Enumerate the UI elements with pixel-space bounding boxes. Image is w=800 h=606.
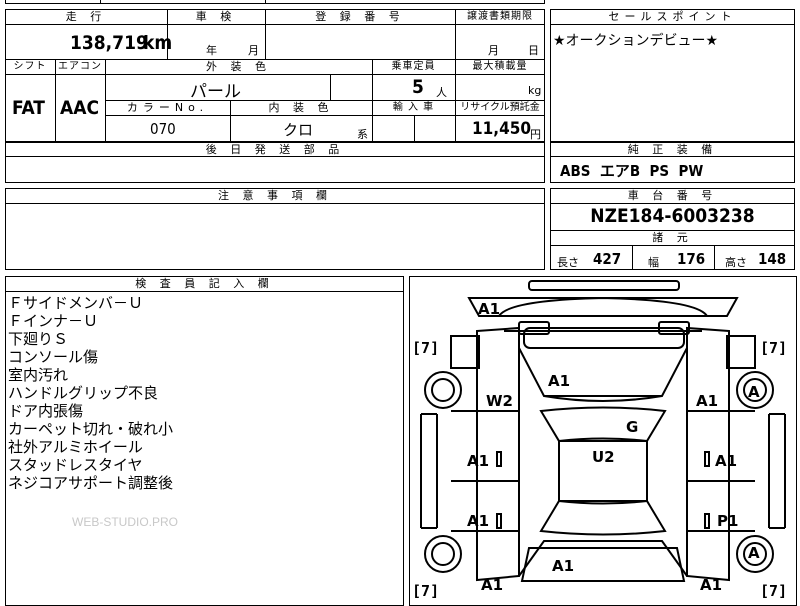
grade-trunk: A1 [552, 557, 575, 575]
interior-color-suffix: 系 [357, 128, 368, 141]
top-stub-strip [5, 0, 545, 4]
genuine-equipment-header: 純 正 装 備 [627, 143, 718, 156]
specs-header: 諸 元 [652, 231, 693, 244]
vehicle-info-grid [5, 9, 545, 142]
capacity-header: 乗車定員 [391, 61, 436, 72]
genuine-equipment-value: ABS エアB PS PW [560, 162, 704, 180]
mileage-header: 走 行 [65, 10, 107, 23]
grade-left-front-door: A1 [467, 452, 490, 470]
inspector-note: 下廻りＳ [8, 330, 69, 348]
length-label: 長さ [557, 256, 579, 269]
aircon-header: エアコン [58, 61, 102, 72]
inspection-month-label: 月 [248, 44, 259, 57]
height-label: 高さ [725, 256, 747, 269]
grade-right-rear-tire: A [748, 544, 760, 562]
recycle-value: 11,450 [472, 119, 532, 139]
inspector-note: スタッドレスタイヤ [8, 456, 143, 474]
inspector-header: 検 査 員 記 入 欄 [135, 277, 274, 290]
capacity-unit: 人 [436, 86, 447, 99]
interior-color-value: クロ [283, 121, 314, 139]
tire-tread-fr: [7] [760, 339, 788, 357]
exterior-color-header: 外 装 色 [206, 60, 271, 73]
inspector-note: Ｆインナ－Ｕ [8, 312, 99, 330]
inspector-note: ハンドルグリップ不良 [8, 384, 159, 402]
caution-header: 注 意 事 項 欄 [218, 189, 332, 202]
inspection-header: 車 検 [195, 10, 237, 23]
width-label: 幅 [648, 256, 659, 269]
tire-tread-rr: [7] [760, 582, 788, 600]
shift-value: FAT [12, 97, 45, 119]
aircon-value: AAC [60, 97, 100, 119]
registration-header: 登 録 番 号 [315, 10, 405, 23]
chassis-header: 車 台 番 号 [627, 189, 718, 202]
inspector-note: コンソール傷 [8, 348, 99, 366]
color-no-header: カラーNo. [126, 101, 209, 114]
inspector-note: ドア内張傷 [8, 402, 84, 420]
later-parts-header: 後 日 発 送 部 品 [205, 143, 345, 156]
sales-point-text: ★オークションデビュー★ [553, 33, 719, 49]
max-load-header: 最大積載量 [472, 61, 528, 72]
exterior-color-value: パール [190, 82, 241, 102]
inspection-year-label: 年 [206, 44, 217, 57]
grade-left-rear-door: A1 [467, 512, 490, 530]
tire-tread-rl: [7] [412, 582, 440, 600]
capacity-value: 5 [412, 76, 424, 98]
inspector-note: ネジコアサポート調整後 [8, 474, 174, 492]
transfer-deadline-header: 譲渡書類期限 [467, 11, 533, 22]
transfer-month-label: 月 [488, 44, 499, 57]
grade-front-bumper: A1 [478, 300, 501, 318]
car-diagram [420, 280, 786, 582]
sales-point-box [550, 9, 795, 142]
sales-point-header: セールスポイント [608, 10, 737, 23]
inspector-note: カーペット切れ・破れ小 [8, 420, 174, 438]
inspector-note: 社外アルミホイール [8, 438, 143, 456]
chassis-number: NZE184-6003238 [590, 205, 755, 227]
interior-color-header: 内 装 色 [268, 101, 334, 114]
grade-right-front-tire: A [748, 383, 760, 401]
color-no-value: 070 [150, 120, 176, 138]
inspector-note: Ｆサイドメンバ－Ｕ [8, 294, 144, 312]
grade-right-front-door: A1 [715, 452, 738, 470]
grade-right-rear-door: P1 [717, 512, 739, 530]
grade-roof: G [626, 418, 639, 436]
grade-windshield: U2 [592, 448, 615, 466]
import-header: 輸 入 車 [392, 102, 435, 113]
shift-header: シフト [13, 61, 47, 72]
recycle-header: リサイクル預託金 [460, 102, 540, 113]
grade-hood: A1 [548, 372, 571, 390]
height-value: 148 [758, 250, 787, 268]
tire-tread-fl: [7] [412, 339, 440, 357]
inspector-note: 室内汚れ [8, 366, 69, 384]
length-value: 427 [593, 250, 622, 268]
grade-left-front-fender: W2 [486, 392, 513, 410]
grade-right-rear-quarter: A1 [700, 576, 723, 594]
width-value: 176 [677, 250, 706, 268]
transfer-day-label: 日 [528, 44, 539, 57]
grade-left-rear-quarter: A1 [481, 576, 504, 594]
watermark: WEB-STUDIO.PRO [72, 515, 179, 529]
max-load-unit: kg [528, 84, 542, 97]
recycle-unit: 円 [530, 128, 541, 141]
mileage-unit: km [143, 32, 173, 54]
grade-right-front-fender: A1 [696, 392, 719, 410]
